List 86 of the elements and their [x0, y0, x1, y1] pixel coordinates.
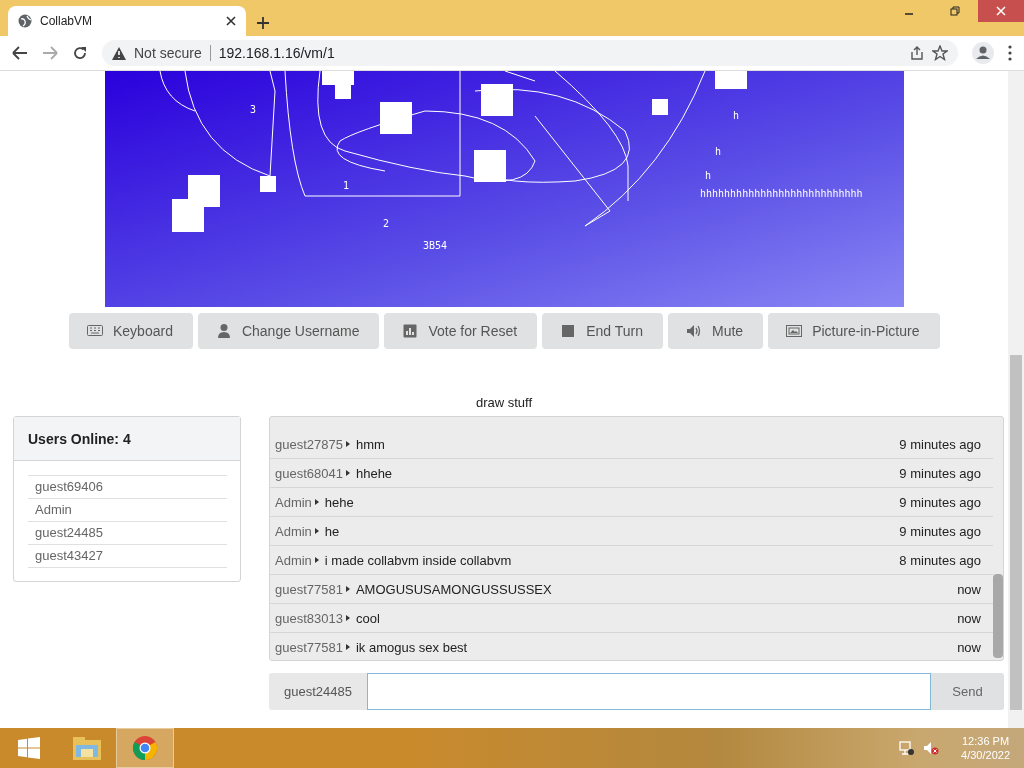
share-icon[interactable] — [910, 46, 924, 60]
user-item[interactable]: guest24485 — [28, 522, 227, 545]
user-item[interactable]: guest43427 — [28, 545, 227, 568]
scrollbar-thumb[interactable] — [1010, 355, 1022, 710]
muted-speaker-icon[interactable] — [923, 740, 940, 756]
chat-text: hmm — [355, 436, 386, 452]
toolbar-button[interactable]: Change Username — [197, 313, 380, 349]
chat-text: AMOGUSUSAMONGUSSUSSEX — [355, 581, 553, 597]
toolbar-button[interactable]: Mute — [668, 313, 764, 349]
close-icon[interactable] — [226, 16, 236, 26]
user-icon — [215, 323, 232, 339]
chat-time: 9 minutes ago — [899, 523, 981, 539]
triangle-icon — [314, 499, 319, 505]
vm-screen[interactable]: 3 1 2 3B54 h h h hhhhhhhhhhhhhhhhhhhhhhhhhhh — [105, 71, 904, 307]
toolbar-button[interactable]: Vote for Reset — [384, 313, 538, 349]
vm-title: draw stuff — [475, 395, 533, 410]
chat-username: guest68041 — [275, 465, 343, 481]
chat-username: Admin — [275, 523, 312, 539]
chat-time: 8 minutes ago — [899, 552, 981, 568]
avatar-icon[interactable] — [972, 42, 994, 64]
globe-icon — [18, 14, 32, 28]
chat-username: Admin — [275, 552, 312, 568]
vm-screen-text: hhhhhhhhhhhhhhhhhhhhhhhhhhh — [700, 188, 863, 199]
chat-time: now — [957, 581, 981, 597]
clock-time: 12:36 PM — [962, 735, 1010, 747]
address-bar[interactable]: Not secure 192.168.1.16/vm/1 — [102, 40, 958, 66]
vm-screen-text: 3 — [250, 104, 257, 115]
toolbar-button[interactable]: Keyboard — [69, 313, 193, 349]
restore-icon[interactable] — [950, 6, 960, 16]
browser-tab[interactable]: CollabVM — [8, 6, 246, 36]
network-icon[interactable] — [899, 740, 916, 756]
triangle-icon — [345, 644, 350, 650]
vm-screen-text: h — [733, 110, 740, 121]
vm-screen-text: h — [715, 146, 722, 157]
triangle-icon — [314, 557, 319, 563]
keyboard-icon — [87, 323, 103, 339]
new-tab-icon[interactable] — [256, 16, 270, 30]
toolbar-button[interactable]: Picture-in-Picture — [768, 313, 940, 349]
security-label: Not secure — [134, 45, 202, 61]
vm-screen-text: 2 — [383, 218, 390, 229]
chat-time: 9 minutes ago — [899, 465, 981, 481]
send-button[interactable]: Send — [931, 673, 1004, 710]
user-item[interactable]: Admin — [28, 499, 227, 522]
triangle-icon — [345, 441, 350, 447]
stop-icon — [560, 323, 577, 339]
username-label: guest24485 — [269, 673, 367, 710]
chat-text: ik amogus sex best — [355, 639, 469, 655]
triangle-icon — [345, 586, 350, 592]
chat-text: hehe — [324, 494, 355, 510]
chat-username: guest77581 — [275, 581, 343, 597]
chat-text: he — [324, 523, 341, 539]
star-icon[interactable] — [932, 45, 948, 61]
vm-screen-text: h — [705, 170, 712, 181]
reload-icon[interactable] — [72, 45, 88, 61]
chrome-icon[interactable] — [132, 735, 158, 761]
chat-text: i made collabvm inside collabvm — [324, 552, 513, 568]
back-icon[interactable] — [12, 46, 28, 60]
chat-time: 9 minutes ago — [899, 494, 981, 510]
toolbar-button[interactable]: End Turn — [542, 313, 663, 349]
triangle-icon — [345, 615, 350, 621]
user-item[interactable]: guest69406 — [28, 476, 227, 499]
url-text: 192.168.1.16/vm/1 — [218, 45, 336, 61]
menu-icon[interactable] — [1008, 45, 1012, 61]
users-heading: Users Online: 4 — [14, 417, 240, 461]
chat-text: cool — [355, 610, 381, 626]
chat-username: guest83013 — [275, 610, 343, 626]
chart-icon — [402, 323, 419, 339]
chat-text: hhehe — [355, 465, 394, 481]
chat-time: now — [957, 610, 981, 626]
chat-username: guest77581 — [275, 639, 343, 655]
chat-time: 9 minutes ago — [899, 436, 981, 452]
chat-username: guest27875 — [275, 436, 343, 452]
chat-input-field[interactable] — [367, 673, 931, 710]
triangle-icon — [345, 470, 350, 476]
speaker-icon — [686, 323, 702, 339]
warning-icon — [112, 46, 126, 60]
close-icon — [996, 6, 1006, 16]
clock-date: 4/30/2022 — [961, 749, 1010, 761]
picture-icon — [786, 323, 803, 339]
scrollbar-thumb[interactable] — [993, 574, 1003, 658]
triangle-icon — [314, 528, 319, 534]
chat-username: Admin — [275, 494, 312, 510]
vm-screen-text: 1 — [343, 180, 350, 191]
chat-time: now — [957, 639, 981, 655]
vm-screen-text: 3B54 — [423, 240, 448, 251]
windows-icon[interactable] — [17, 736, 41, 760]
